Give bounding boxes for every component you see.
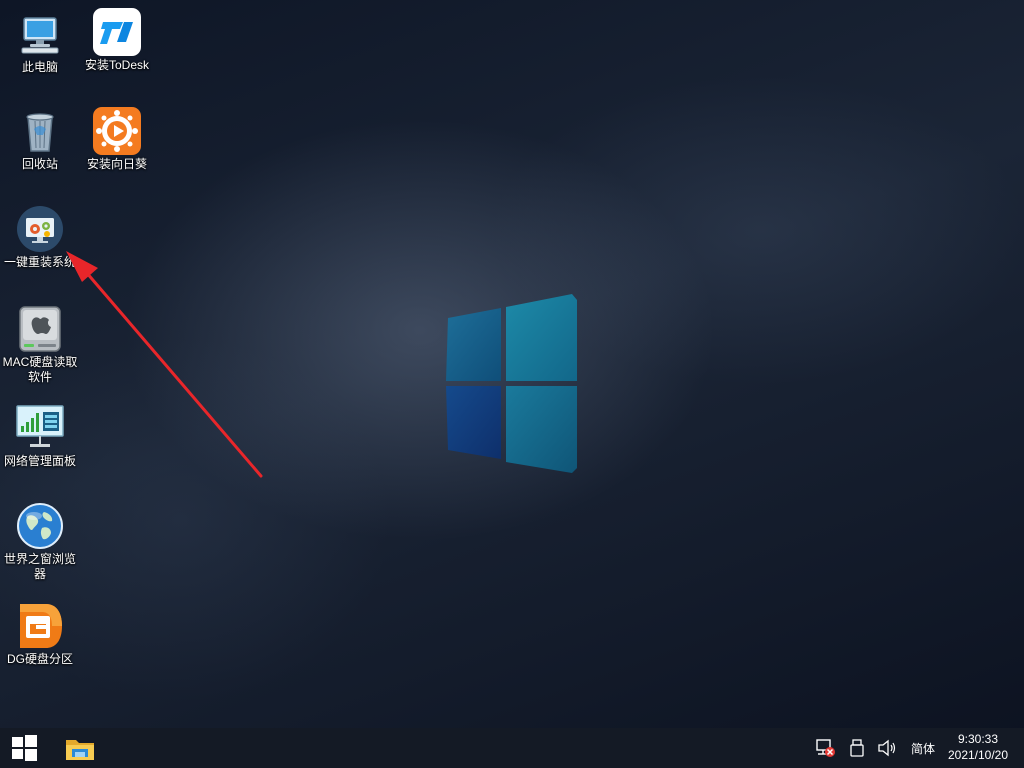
network-panel-icon (16, 405, 64, 447)
clock-date: 2021/10/20 (947, 748, 1009, 762)
sunflower-icon (93, 107, 141, 155)
desktop-icon-label: 网络管理面板 (3, 454, 76, 468)
windows-logo-pane-br (506, 386, 577, 473)
volume-icon[interactable] (876, 738, 898, 758)
desktop-icon-this-pc[interactable]: 此电脑 (0, 10, 80, 75)
windows-start-icon[interactable] (8, 734, 40, 762)
input-method-indicator[interactable]: 简体 (911, 740, 935, 757)
todesk-icon (93, 8, 141, 56)
clock-time: 9:30:33 (957, 732, 999, 746)
desktop-icon-label: MAC硬盘读取软件 (2, 355, 78, 384)
windows-logo-pane-tl (446, 308, 501, 381)
desktop-icon-label: DG硬盘分区 (6, 652, 73, 666)
reinstall-system-icon (17, 206, 63, 252)
desktop-icon-reinstall-system[interactable]: 一键重装系统 (0, 205, 80, 270)
desktop-icon-label: 安装ToDesk (84, 58, 149, 72)
windows-logo-pane-bl (446, 386, 501, 459)
globe-browser-icon (17, 503, 63, 549)
desktop-icon-label: 世界之窗浏览器 (3, 552, 76, 581)
recycle-bin-icon (26, 113, 54, 152)
desktop-icon-label: 安装向日葵 (86, 157, 147, 171)
usb-drive-icon[interactable] (846, 738, 868, 758)
desktop-icon-todesk[interactable]: 安装ToDesk (77, 8, 157, 73)
diskgenius-icon (20, 604, 62, 648)
computer-icon (21, 17, 59, 54)
desktop-icon-label: 此电脑 (21, 60, 58, 74)
taskbar-clock[interactable]: 9:30:33 2021/10/20 (938, 731, 1018, 763)
desktop-icon-diskgenius[interactable]: DG硬盘分区 (0, 602, 80, 667)
mac-disk-icon (19, 306, 61, 352)
file-explorer-icon[interactable] (62, 732, 98, 764)
desktop-icon-mac-disk[interactable]: MAC硬盘读取软件 (0, 305, 80, 385)
desktop-icon-sunflower[interactable]: 安装向日葵 (77, 107, 157, 172)
taskbar: 简体 9:30:33 2021/10/20 (0, 728, 1024, 768)
desktop-icon-label: 回收站 (21, 157, 58, 171)
desktop-icon-recycle-bin[interactable]: 回收站 (0, 107, 80, 172)
desktop-icon-network-panel[interactable]: 网络管理面板 (0, 404, 80, 469)
desktop-icon-label: 一键重装系统 (3, 255, 76, 269)
desktop-icon-globe-browser[interactable]: 世界之窗浏览器 (0, 502, 80, 582)
network-disconnected-icon[interactable] (814, 738, 836, 758)
windows-logo-pane-tr (506, 294, 577, 381)
